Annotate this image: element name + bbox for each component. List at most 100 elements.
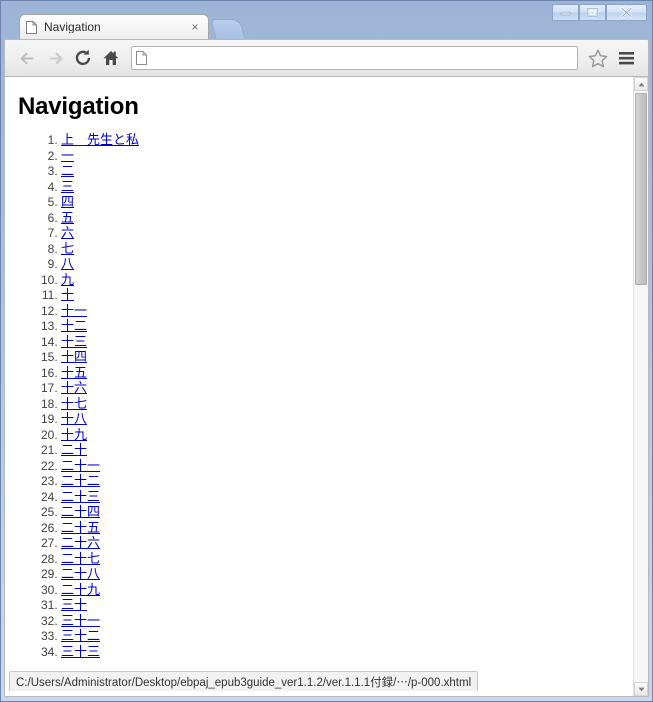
toc-link[interactable]: 十 (61, 288, 74, 303)
chevron-down-icon (637, 687, 645, 691)
toc-list-item: 二十八 (61, 567, 625, 583)
toc-list-item: 十五 (61, 366, 625, 382)
toc-list-item: 二十一 (61, 459, 625, 475)
content-viewport: Navigation 上 先生と私一二三四五六七八九十十一十二十三十四十五十六十… (4, 77, 649, 697)
toc-list-item: 二十五 (61, 521, 625, 537)
toc-link[interactable]: 二十七 (61, 552, 100, 567)
toc-link[interactable]: 十四 (61, 350, 87, 365)
toc-link[interactable]: 十九 (61, 428, 87, 443)
toc-link[interactable]: 十二 (61, 319, 87, 334)
scrollbar-thumb[interactable] (635, 93, 647, 285)
toc-link[interactable]: 十三 (61, 335, 87, 350)
toc-list-item: 二十四 (61, 505, 625, 521)
toc-list-item: 三十二 (61, 629, 625, 645)
toc-link[interactable]: 十七 (61, 397, 87, 412)
back-button[interactable] (13, 44, 41, 72)
toc-list-item: 八 (61, 257, 625, 273)
vertical-scrollbar[interactable] (633, 77, 648, 696)
status-bar: C:/Users/Administrator/Desktop/ebpaj_epu… (9, 671, 479, 691)
menu-button[interactable] (612, 44, 640, 72)
arrow-right-icon (48, 52, 62, 64)
toc-list-item: 十二 (61, 319, 625, 335)
tab-title: Navigation (44, 21, 101, 33)
toc-link[interactable]: 三十 (61, 598, 87, 613)
minimize-button[interactable] (552, 4, 579, 21)
toc-link[interactable]: 二十五 (61, 521, 100, 536)
new-tab-button[interactable] (210, 19, 246, 39)
toc-list-item: 十 (61, 288, 625, 304)
toc-list-item: 二十六 (61, 536, 625, 552)
toc-link[interactable]: 一 (61, 149, 74, 164)
tab-close-button[interactable]: × (188, 20, 202, 34)
toc-link[interactable]: 二十 (61, 443, 87, 458)
toc-list-item: 七 (61, 242, 625, 258)
toc-link[interactable]: 十一 (61, 304, 87, 319)
scroll-up-button[interactable] (634, 77, 648, 91)
toc-link[interactable]: 二十九 (61, 583, 100, 598)
toc-list-item: 十七 (61, 397, 625, 413)
toc-list-item: 三十 (61, 598, 625, 614)
toc-list-item: 四 (61, 195, 625, 211)
toc-list-item: 上 先生と私 (61, 133, 625, 149)
toc-link[interactable]: 十六 (61, 381, 87, 396)
toc-link[interactable]: 四 (61, 195, 74, 210)
toc-link[interactable]: 十五 (61, 366, 87, 381)
chevron-up-icon (637, 82, 645, 86)
page-icon (26, 20, 37, 34)
address-bar[interactable] (131, 46, 578, 70)
toc-list-item: 十四 (61, 350, 625, 366)
toc-link[interactable]: 三 (61, 180, 74, 195)
home-button[interactable] (97, 44, 125, 72)
tab-navigation[interactable]: Navigation × (19, 14, 209, 39)
toc-link[interactable]: 二十一 (61, 459, 100, 474)
browser-window: Navigation × Navigation 1. 上 先生と私 2. 一 3… (0, 0, 653, 702)
toc-list-item: 二 (61, 164, 625, 180)
reload-icon (75, 49, 91, 66)
toc-list-item: 三十一 (61, 614, 625, 630)
toc-link[interactable]: 五 (61, 211, 74, 226)
toc-link[interactable]: 七 (61, 242, 74, 257)
page-title: Navigation (18, 93, 139, 120)
toc-list: 上 先生と私一二三四五六七八九十十一十二十三十四十五十六十七十八十九二十二十一二… (13, 133, 625, 660)
toc-list-item: 十九 (61, 428, 625, 444)
toc-link[interactable]: 二十二 (61, 474, 100, 489)
toc-link[interactable]: 三十三 (61, 645, 100, 660)
minimize-icon (559, 11, 572, 16)
forward-button[interactable] (41, 44, 69, 72)
toc-link[interactable]: 三十二 (61, 629, 100, 644)
toc-list-item: 二十 (61, 443, 625, 459)
web-page-content: Navigation 上 先生と私一二三四五六七八九十十一十二十三十四十五十六十… (5, 77, 633, 696)
toc-list-item: 九 (61, 273, 625, 289)
toc-link[interactable]: 十八 (61, 412, 87, 427)
toc-list-item: 二十九 (61, 583, 625, 599)
home-icon (103, 51, 119, 65)
toc-list-item: 二十二 (61, 474, 625, 490)
toc-list-item: 五 (61, 211, 625, 227)
toc-link[interactable]: 上 先生と私 (61, 133, 139, 148)
star-icon (588, 48, 608, 67)
arrow-left-icon (20, 52, 34, 64)
close-icon (620, 7, 633, 18)
toc-link[interactable]: 六 (61, 226, 74, 241)
toc-list-item: 十八 (61, 412, 625, 428)
toc-list-item: 十六 (61, 381, 625, 397)
close-button[interactable] (606, 4, 647, 21)
toc-list-item: 六 (61, 226, 625, 242)
toc-link[interactable]: 八 (61, 257, 74, 272)
toc-link[interactable]: 二十三 (61, 490, 100, 505)
toc-link[interactable]: 三十一 (61, 614, 100, 629)
maximize-button[interactable] (579, 4, 606, 21)
toc-list-item: 十一 (61, 304, 625, 320)
toc-list-item: 十三 (61, 335, 625, 351)
scroll-down-button[interactable] (634, 682, 648, 696)
page-icon (136, 51, 147, 65)
toc-link[interactable]: 二十六 (61, 536, 100, 551)
bookmark-button[interactable] (584, 44, 612, 72)
toc-link[interactable]: 九 (61, 273, 74, 288)
toc-link[interactable]: 二十八 (61, 567, 100, 582)
toc-link[interactable]: 二 (61, 164, 74, 179)
toc-list-item: 三十三 (61, 645, 625, 661)
maximize-icon (586, 7, 599, 18)
toc-link[interactable]: 二十四 (61, 505, 100, 520)
reload-button[interactable] (69, 44, 97, 72)
